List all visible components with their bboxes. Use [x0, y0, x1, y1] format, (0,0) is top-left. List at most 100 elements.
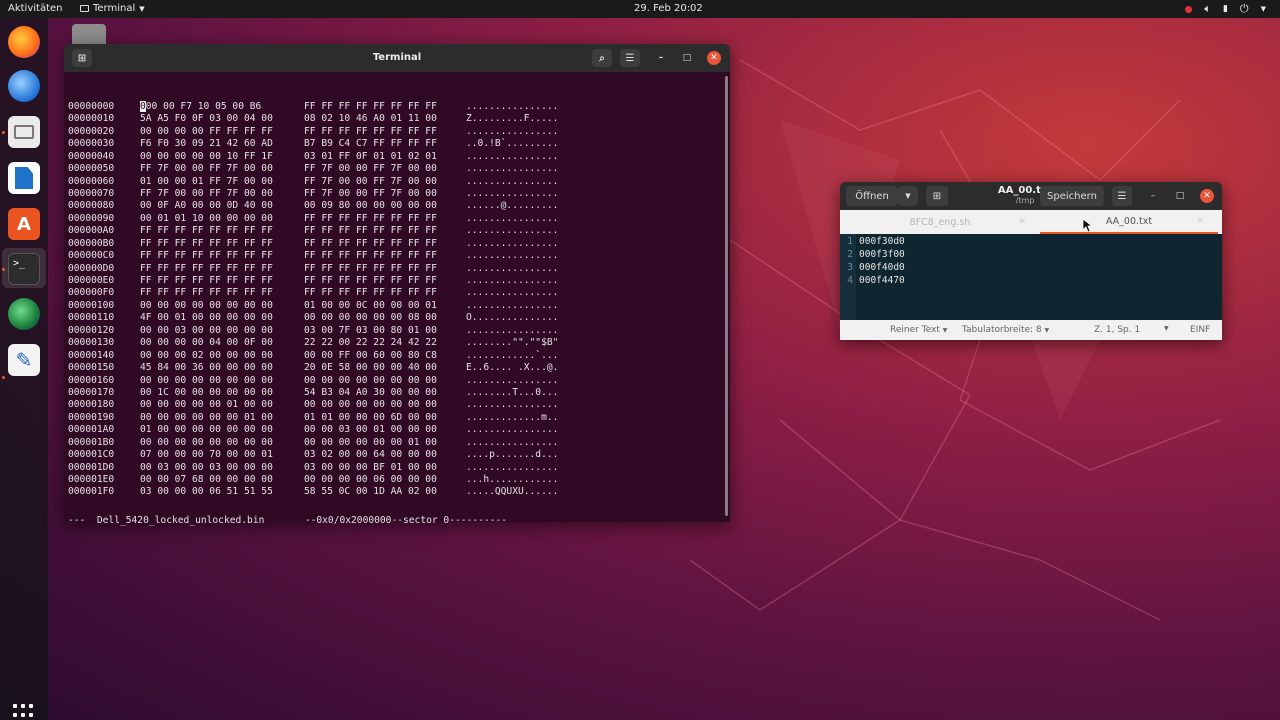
- hex-bytes-right: FF FF FF FF FF FF FF FF: [304, 250, 437, 262]
- hex-row: 00000050 FF 7F 00 00 FF 7F 00 00 FF 7F 00 …: [68, 163, 718, 175]
- insert-mode: EINF: [1190, 325, 1211, 335]
- tab-label: 8FC8_eng.sh: [909, 216, 971, 228]
- hex-bytes-left: 00 1C 00 00 00 00 00 00: [140, 386, 273, 398]
- chevron-down-icon[interactable]: ▼: [1164, 325, 1169, 332]
- hex-bytes-left: 00 00 00 00 00 00 00 00: [140, 436, 273, 448]
- hamburger-menu-button[interactable]: ☰: [620, 49, 640, 67]
- hex-bytes-right: 00 00 00 00 00 00 01 00: [304, 436, 437, 448]
- hex-row: 000000B0 FF FF FF FF FF FF FF FF FF FF FF …: [68, 238, 718, 250]
- hex-bytes-left: 01 00 00 00 00 00 00 00: [140, 424, 273, 436]
- hex-bytes-right: 01 00 00 0C 00 00 00 01: [304, 299, 437, 311]
- app-menu[interactable]: Terminal ▼: [80, 3, 145, 14]
- hex-row: 000000E0 FF FF FF FF FF FF FF FF FF FF FF …: [68, 275, 718, 287]
- running-indicator: [2, 376, 5, 379]
- new-document-button[interactable]: ⊞: [926, 186, 948, 206]
- terminal-window[interactable]: ⊞ Terminal ⌕ ☰ – □ ✕ 00000000 000 00 F7 1…: [64, 44, 730, 526]
- editor-line[interactable]: 1 000f30d0: [840, 236, 905, 249]
- ascii-column: ................: [466, 212, 559, 224]
- tab-8fc8-eng-sh[interactable]: 8FC8_eng.sh ✕: [840, 210, 1040, 234]
- maximize-button[interactable]: □: [680, 51, 694, 65]
- hex-bytes-left: FF FF FF FF FF FF FF FF: [140, 262, 273, 274]
- hex-row: 000000F0 FF FF FF FF FF FF FF FF FF FF FF …: [68, 287, 718, 299]
- minimize-button[interactable]: –: [1146, 189, 1160, 203]
- hex-address: 000001F0: [68, 486, 115, 498]
- hamburger-menu-button[interactable]: ☰: [1112, 186, 1132, 206]
- cursor-position[interactable]: Z. 1, Sp. 1: [1094, 325, 1140, 335]
- line-text: 000f30d0: [859, 236, 905, 247]
- save-button[interactable]: Speichern: [1040, 186, 1104, 206]
- ascii-column: ................: [466, 374, 559, 386]
- hex-bytes-left: 00 00 00 00 00 10 FF 1F: [140, 150, 273, 162]
- terminal-scrollbar[interactable]: [725, 76, 728, 516]
- tab-width-selector[interactable]: Tabulatorbreite: 8 ▼: [962, 325, 1049, 335]
- hex-bytes-right: 03 01 FF 0F 01 01 02 01: [304, 150, 437, 162]
- hex-bytes-right: B7 B9 C4 C7 FF FF FF FF: [304, 138, 437, 150]
- hex-bytes-right: FF FF FF FF FF FF FF FF: [304, 225, 437, 237]
- language-selector[interactable]: Reiner Text ▼: [890, 325, 947, 335]
- ascii-column: ..0.!B`.........: [466, 138, 559, 150]
- hex-bytes-right: FF FF FF FF FF FF FF FF: [304, 262, 437, 274]
- hex-row: 00000120 00 00 03 00 00 00 00 00 03 00 7F …: [68, 325, 718, 337]
- terminal-header[interactable]: ⊞ Terminal ⌕ ☰ – □ ✕: [64, 44, 730, 72]
- ascii-column: ................: [466, 299, 559, 311]
- clock[interactable]: 29. Feb 20:02: [634, 3, 703, 14]
- hex-bytes-left: FF 7F 00 00 FF 7F 00 00: [140, 187, 273, 199]
- hex-bytes-right: 00 00 03 00 01 00 00 00: [304, 424, 437, 436]
- hex-bytes-right: FF FF FF FF FF FF FF FF: [304, 287, 437, 299]
- recording-icon[interactable]: [1185, 5, 1193, 13]
- text-editor-window[interactable]: Öffnen ▼ ⊞ AA_00.txt /tmp Speichern ☰ – …: [840, 182, 1222, 340]
- ascii-column: ........T...0...: [466, 386, 559, 398]
- editor-area[interactable]: 1 000f30d0 2 000f3f00 3 000f40d0 4 000f4…: [840, 234, 1222, 320]
- firefox-icon[interactable]: [8, 26, 40, 58]
- ascii-column: E..6.... .X...@.: [466, 362, 559, 374]
- hex-bytes-right: 00 09 80 00 00 00 00 00: [304, 200, 437, 212]
- hex-bytes-right: 00 00 00 00 00 00 00 00: [304, 399, 437, 411]
- terminal-icon[interactable]: >_: [8, 253, 40, 285]
- hex-bytes-right: FF FF FF FF FF FF FF FF: [304, 100, 437, 112]
- hex-address: 00000100: [68, 299, 115, 311]
- hex-bytes-left: FF FF FF FF FF FF FF FF: [140, 287, 273, 299]
- hex-row: 000001E0 00 00 07 68 00 00 00 00 00 00 00 …: [68, 474, 718, 486]
- hex-bytes-right: 54 B3 04 A0 30 00 00 00: [304, 386, 437, 398]
- open-button[interactable]: Öffnen: [846, 186, 898, 206]
- hex-address: 00000000: [68, 100, 115, 112]
- hex-row: 00000040 00 00 00 00 00 10 FF 1F 03 01 FF …: [68, 151, 718, 163]
- hex-address: 00000150: [68, 362, 115, 374]
- files-icon[interactable]: [8, 116, 40, 148]
- desktop-home-icon[interactable]: [72, 24, 106, 46]
- ascii-column: ................: [466, 399, 559, 411]
- open-dropdown-button[interactable]: ▼: [898, 186, 918, 206]
- hex-bytes-left: 00 00 00 02 00 00 00 00: [140, 349, 273, 361]
- hex-address: 000000C0: [68, 250, 115, 262]
- search-button[interactable]: ⌕: [592, 49, 612, 67]
- tab-aa-00-txt[interactable]: AA_00.txt ✕: [1040, 210, 1218, 234]
- close-button[interactable]: ✕: [1200, 189, 1214, 203]
- close-button[interactable]: ✕: [707, 51, 721, 65]
- terminal-output[interactable]: 00000000 000 00 F7 10 05 00 B6 FF FF FF FF…: [68, 76, 718, 526]
- hex-bytes-left: 00 00 07 68 00 00 00 00: [140, 474, 273, 486]
- ascii-column: ................: [466, 175, 559, 187]
- writer-icon[interactable]: [8, 162, 40, 194]
- hex-address: 000001A0: [68, 424, 115, 436]
- maximize-button[interactable]: □: [1173, 189, 1187, 203]
- text-editor-header[interactable]: Öffnen ▼ ⊞ AA_00.txt /tmp Speichern ☰ – …: [840, 182, 1222, 210]
- editor-line[interactable]: 2 000f3f00: [840, 249, 905, 262]
- globe-icon[interactable]: [8, 298, 40, 330]
- text-editor-icon[interactable]: ✎: [8, 344, 40, 376]
- editor-line[interactable]: 3 000f40d0: [840, 262, 905, 275]
- hex-bytes-left: 00 0F A0 00 00 0D 40 00: [140, 200, 273, 212]
- show-applications-icon[interactable]: [13, 704, 35, 720]
- minimize-button[interactable]: –: [654, 51, 668, 65]
- software-icon[interactable]: A: [8, 208, 40, 240]
- activities-button[interactable]: Aktivitäten: [8, 3, 63, 14]
- hex-bytes-right: FF FF FF FF FF FF FF FF: [304, 275, 437, 287]
- top-bar: Aktivitäten Terminal ▼ 29. Feb 20:02 🔈︎ …: [0, 0, 1280, 18]
- close-icon[interactable]: ✕: [1018, 217, 1026, 227]
- hex-row: 00000180 00 00 00 00 00 01 00 00 00 00 00 …: [68, 399, 718, 411]
- close-icon[interactable]: ✕: [1196, 216, 1204, 226]
- editor-line[interactable]: 4 000f4470: [840, 275, 905, 288]
- system-tray[interactable]: 🔈︎ ▮ ⏻ ▼: [1185, 2, 1266, 16]
- thunderbird-icon[interactable]: [8, 70, 40, 102]
- hex-row: 000001B0 00 00 00 00 00 00 00 00 00 00 00 …: [68, 437, 718, 449]
- microphone-icon: ▮: [1222, 4, 1228, 14]
